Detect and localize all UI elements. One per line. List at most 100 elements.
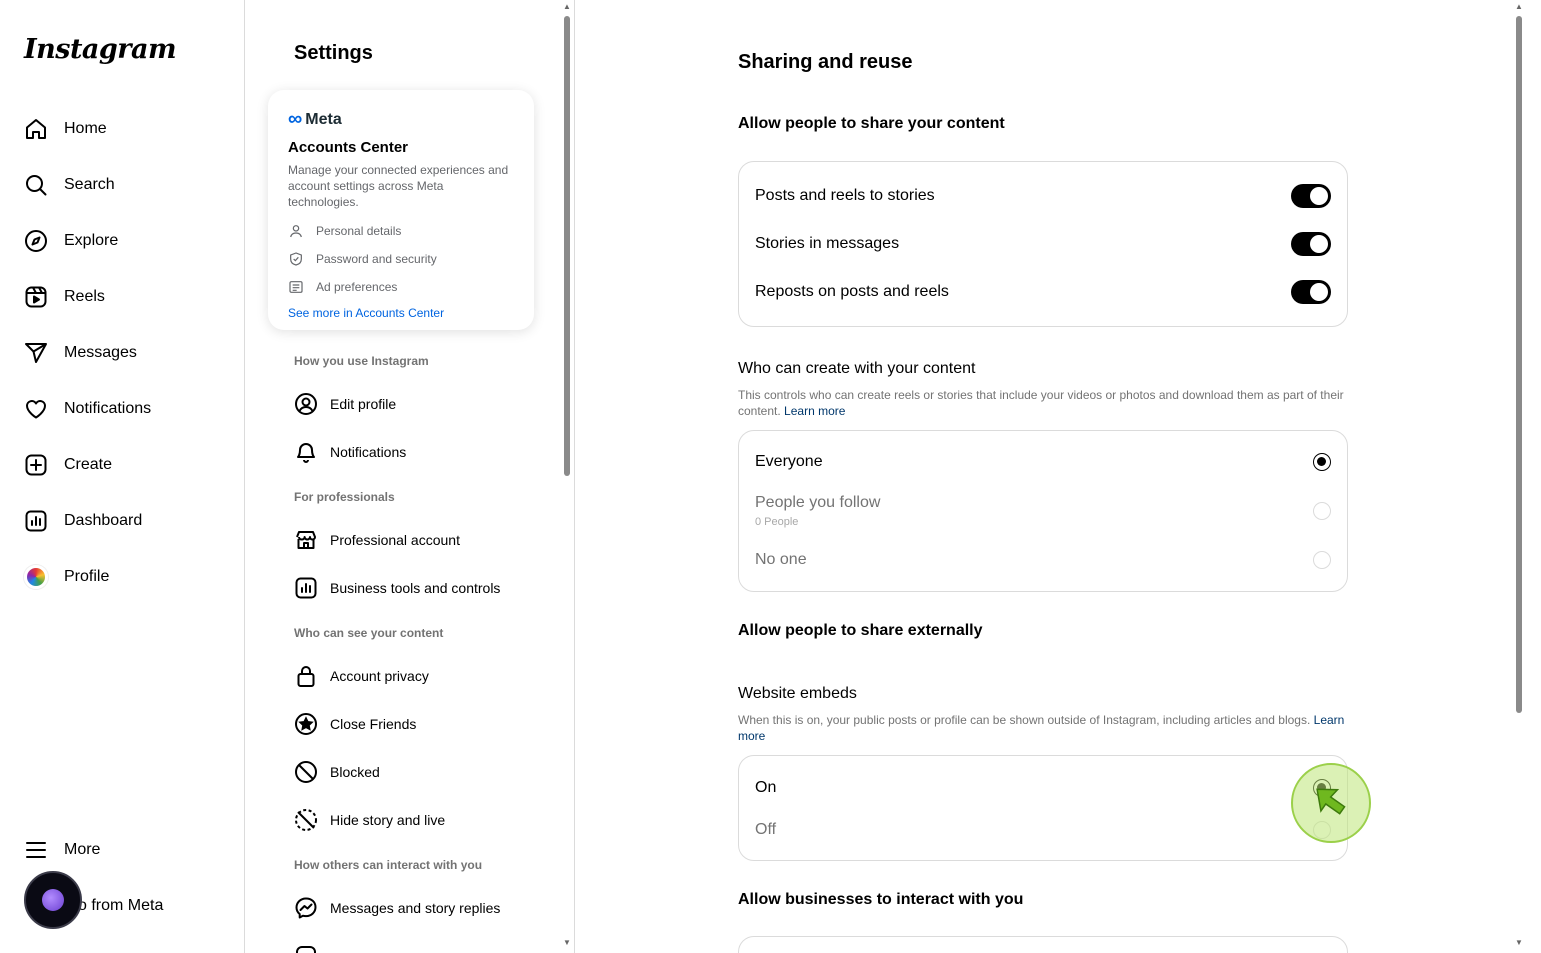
- radio-option-on[interactable]: On: [755, 779, 1331, 797]
- accounts-center-description: Manage your connected experiences and ac…: [288, 163, 509, 209]
- main-content: Sharing and reuse Allow people to share …: [576, 0, 1512, 953]
- settings-item-close-friends[interactable]: Close Friends: [282, 700, 552, 748]
- toggle-row: Posts and reels to stories: [755, 184, 1331, 208]
- user-circle-icon: [294, 392, 318, 416]
- ad-icon: [289, 281, 303, 293]
- star-circle-icon: [294, 712, 318, 736]
- cursor-arrow-icon: [1316, 788, 1346, 815]
- reels-icon: [24, 285, 48, 309]
- create-with-heading: Who can create with your content: [738, 360, 976, 377]
- radio-option-no-one[interactable]: No one: [755, 551, 1331, 569]
- toggle-row: Stories in messages: [755, 232, 1331, 256]
- nav-label: Profile: [64, 568, 110, 585]
- accounts-center-title: Accounts Center: [288, 139, 409, 156]
- reposts-toggle[interactable]: [1291, 280, 1331, 304]
- nav-item-explore[interactable]: Explore: [12, 217, 234, 265]
- nav-label: Search: [64, 176, 115, 193]
- meta-logo: ∞ Meta: [288, 108, 342, 130]
- stories-in-messages-toggle[interactable]: [1291, 232, 1331, 256]
- shop-icon: [294, 528, 318, 552]
- ac-ad-preferences[interactable]: Ad preferences: [288, 278, 514, 296]
- everyone-radio[interactable]: [1313, 453, 1331, 471]
- section-who-can-see: Who can see your content: [294, 626, 444, 640]
- businesses-box: [738, 936, 1348, 953]
- nav-label: Dashboard: [64, 512, 143, 529]
- nav-label: Messages: [64, 344, 137, 361]
- share-external-heading: Allow people to share externally: [738, 622, 983, 639]
- nav-item-search[interactable]: Search: [12, 161, 234, 209]
- create-with-options-box: Everyone People you follow 0 People No on…: [738, 430, 1348, 592]
- nav-item-more[interactable]: More: [12, 826, 234, 874]
- nav-item-dashboard[interactable]: Dashboard: [12, 497, 234, 545]
- ac-password-security[interactable]: Password and security: [288, 250, 514, 268]
- nav-item-notifications[interactable]: Notifications: [12, 385, 234, 433]
- dashboard-icon: [24, 509, 48, 533]
- meta-infinity-icon: ∞: [288, 108, 303, 130]
- nav-item-create[interactable]: Create: [12, 441, 234, 489]
- learn-more-link[interactable]: Learn more: [784, 404, 845, 418]
- nav-item-profile[interactable]: Profile: [12, 553, 234, 601]
- settings-item-edit-profile[interactable]: Edit profile: [282, 380, 552, 428]
- settings-item-account-privacy[interactable]: Account privacy: [282, 652, 552, 700]
- people-you-follow-radio[interactable]: [1313, 502, 1331, 520]
- main-scroll-down-arrow[interactable]: ▼: [1513, 938, 1525, 948]
- person-icon: [290, 225, 302, 238]
- left-navigation: Instagram Home Search Explore Reels Mess…: [0, 0, 245, 953]
- instagram-logo[interactable]: Instagram: [24, 34, 177, 65]
- nav-label: Home: [64, 120, 107, 137]
- menu-icon: [24, 838, 48, 862]
- settings-sidebar: Settings ∞ Meta Accounts Center Manage y…: [245, 0, 575, 953]
- cursor-highlight: [1291, 763, 1371, 843]
- radio-option-everyone[interactable]: Everyone: [755, 453, 1331, 471]
- settings-item-professional-account[interactable]: Professional account: [282, 516, 552, 564]
- posts-reels-to-stories-toggle[interactable]: [1291, 184, 1331, 208]
- search-icon: [24, 173, 48, 197]
- share-content-heading: Allow people to share your content: [738, 115, 1005, 132]
- ac-personal-details[interactable]: Personal details: [288, 222, 514, 240]
- bell-icon: [294, 440, 318, 464]
- main-scroll-up-arrow[interactable]: ▲: [1513, 2, 1525, 12]
- nav-item-reels[interactable]: Reels: [12, 273, 234, 321]
- share-toggles-box: Posts and reels to stories Stories in me…: [738, 161, 1348, 327]
- hide-story-icon: [294, 808, 318, 832]
- home-icon: [24, 117, 48, 141]
- explore-icon: [24, 229, 48, 253]
- tag-icon: [294, 944, 318, 953]
- messenger-icon: [294, 896, 318, 920]
- radio-option-off[interactable]: Off: [755, 821, 1331, 839]
- nav-item-home[interactable]: Home: [12, 105, 234, 153]
- meta-ai-button[interactable]: [24, 871, 82, 929]
- see-more-accounts-center-link[interactable]: See more in Accounts Center: [288, 306, 514, 320]
- settings-scrollbar-thumb[interactable]: [564, 16, 570, 476]
- nav-label: Reels: [64, 288, 105, 305]
- settings-item-messages-replies[interactable]: Messages and story replies: [282, 884, 552, 932]
- no-one-radio[interactable]: [1313, 551, 1331, 569]
- settings-item-business-tools[interactable]: Business tools and controls: [282, 564, 552, 612]
- plus-square-icon: [24, 453, 48, 477]
- accounts-center-card[interactable]: ∞ Meta Accounts Center Manage your conne…: [268, 90, 534, 330]
- settings-title: Settings: [294, 42, 373, 64]
- heart-icon: [24, 397, 48, 421]
- settings-item-notifications[interactable]: Notifications: [282, 428, 552, 476]
- settings-item-blocked[interactable]: Blocked: [282, 748, 552, 796]
- scroll-down-arrow[interactable]: ▼: [561, 938, 573, 948]
- section-for-professionals: For professionals: [294, 490, 395, 504]
- settings-item-hide-story[interactable]: Hide story and live: [282, 796, 552, 844]
- lock-icon: [294, 664, 318, 688]
- toggle-row: Reposts on posts and reels: [755, 280, 1331, 304]
- section-how-you-use: How you use Instagram: [294, 354, 429, 368]
- main-scrollbar-thumb[interactable]: [1516, 16, 1522, 713]
- website-embeds-heading: Website embeds: [738, 685, 857, 702]
- nav-item-messages[interactable]: Messages: [12, 329, 234, 377]
- settings-item-partial[interactable]: [282, 932, 552, 953]
- block-icon: [294, 760, 318, 784]
- nav-label: Create: [64, 456, 113, 473]
- website-embeds-description: When this is on, your public posts or pr…: [738, 713, 1345, 743]
- shield-icon: [290, 252, 302, 266]
- radio-option-people-you-follow[interactable]: People you follow 0 People: [755, 494, 1331, 528]
- website-embeds-box: On Off: [738, 755, 1348, 861]
- nav-label: Notifications: [64, 400, 152, 417]
- messages-icon: [24, 341, 48, 365]
- section-how-others: How others can interact with you: [294, 858, 483, 872]
- scroll-up-arrow[interactable]: ▲: [561, 2, 573, 12]
